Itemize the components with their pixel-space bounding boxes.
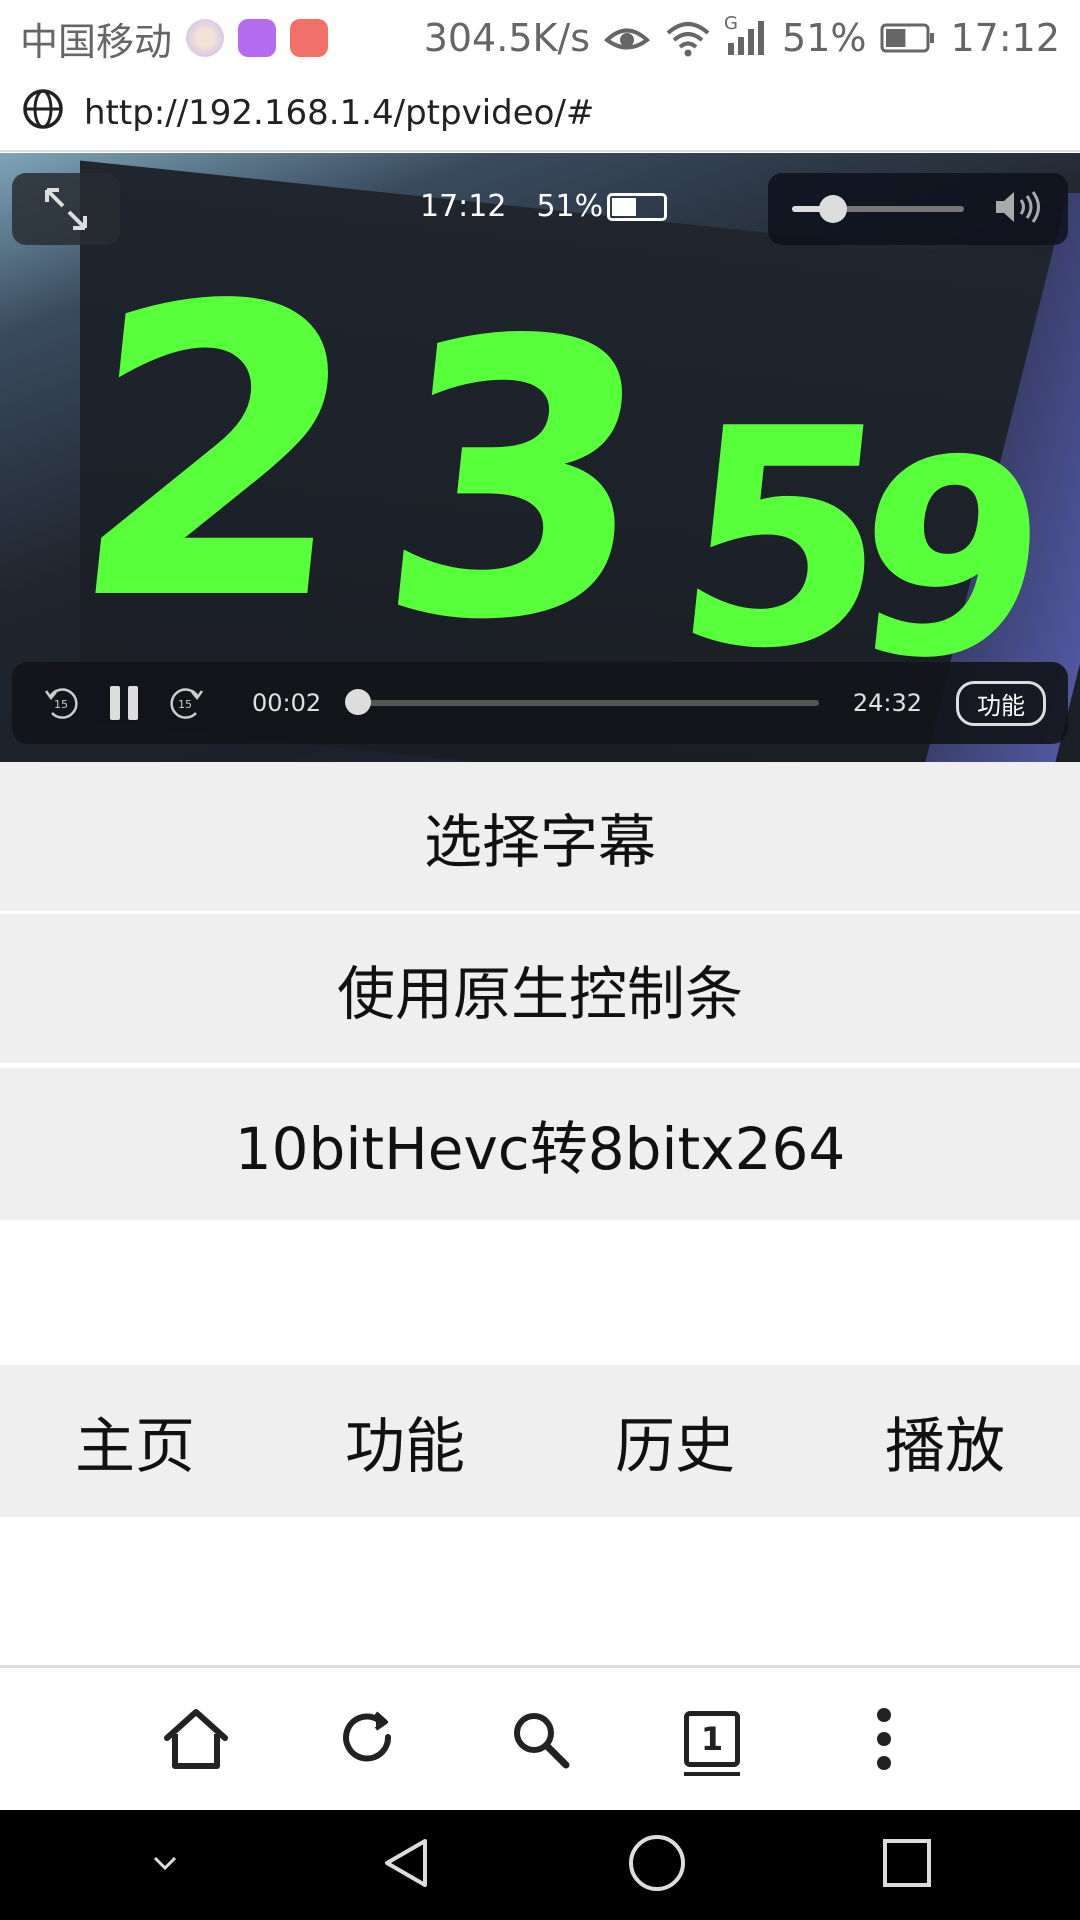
overlay-clock: 17:12 — [420, 189, 507, 224]
browser-toolbar: 1 — [0, 1665, 1080, 1810]
overlay-battery-label: 51% — [536, 189, 604, 224]
scene-digit-1: 2 — [54, 222, 381, 688]
forward-15-icon[interactable]: 15 — [158, 675, 214, 731]
more-icon[interactable] — [839, 1694, 929, 1784]
transcode-button[interactable]: 10bitHevc转8bitx264 — [0, 1068, 1080, 1220]
search-icon[interactable] — [495, 1694, 585, 1784]
recents-icon[interactable] — [879, 1835, 935, 1895]
expand-icon — [45, 188, 87, 230]
rewind-15-icon[interactable]: 15 — [34, 675, 90, 731]
pause-button[interactable] — [110, 686, 138, 720]
nav-tabs: 主页 功能 历史 播放 — [0, 1365, 1080, 1517]
wifi-icon — [664, 19, 712, 57]
svg-text:15: 15 — [178, 698, 192, 711]
tab-home[interactable]: 主页 — [0, 1398, 270, 1485]
signal-icon: G — [724, 13, 768, 57]
status-bar: 中国移动 304.5K/s G 51% 17:12 — [0, 0, 1080, 76]
duration: 24:32 — [852, 689, 922, 717]
home-circle-icon[interactable] — [625, 1831, 689, 1899]
tab-history[interactable]: 历史 — [540, 1398, 810, 1485]
volume-panel — [768, 173, 1068, 245]
url-text[interactable]: http://192.168.1.4/ptpvideo/# — [84, 93, 594, 133]
gallery-app-icon — [238, 19, 277, 57]
globe-icon — [22, 88, 64, 139]
speaker-icon[interactable] — [994, 189, 1044, 229]
system-nav-bar — [0, 1810, 1080, 1920]
battery-percent-label: 51% — [782, 16, 867, 60]
network-type-label: G — [724, 13, 738, 34]
tabs-icon[interactable]: 1 — [667, 1694, 757, 1784]
battery-icon — [880, 22, 936, 54]
clock-label: 17:12 — [950, 16, 1060, 60]
svg-text:15: 15 — [54, 698, 68, 711]
volume-slider[interactable] — [792, 195, 964, 223]
seek-bar[interactable] — [344, 689, 819, 715]
overlay-battery-icon — [607, 192, 668, 221]
volume-knob[interactable] — [819, 195, 848, 223]
url-bar[interactable]: http://192.168.1.4/ptpvideo/# — [0, 76, 1080, 152]
function-button[interactable]: 功能 — [956, 680, 1046, 726]
tab-play[interactable]: 播放 — [810, 1398, 1080, 1485]
current-time: 00:02 — [252, 689, 322, 717]
home-icon[interactable] — [151, 1694, 241, 1784]
select-subtitle-button[interactable]: 选择字幕 — [0, 762, 1080, 914]
tool-app-icon — [290, 19, 329, 57]
net-speed-label: 304.5K/s — [423, 16, 591, 60]
collapse-icon[interactable] — [145, 1848, 185, 1882]
video-player[interactable]: 2 3 5 9 17:12 51% 15 15 00:02 24:32 功能 — [0, 153, 1080, 762]
fullscreen-button[interactable] — [12, 173, 120, 245]
eye-icon — [604, 21, 651, 55]
native-controls-button[interactable]: 使用原生控制条 — [0, 914, 1080, 1066]
tab-count-label: 1 — [684, 1711, 740, 1776]
back-icon[interactable] — [375, 1833, 435, 1897]
carrier-label: 中国移动 — [20, 19, 173, 64]
scene-digit-2: 3 — [362, 260, 673, 703]
tab-function[interactable]: 功能 — [270, 1398, 540, 1485]
overlay-status: 17:12 51% — [420, 189, 668, 224]
player-controls: 15 15 00:02 24:32 功能 — [12, 662, 1068, 744]
refresh-icon[interactable] — [323, 1694, 413, 1784]
notif-avatar-icon — [186, 19, 225, 57]
seek-knob[interactable] — [344, 689, 371, 715]
